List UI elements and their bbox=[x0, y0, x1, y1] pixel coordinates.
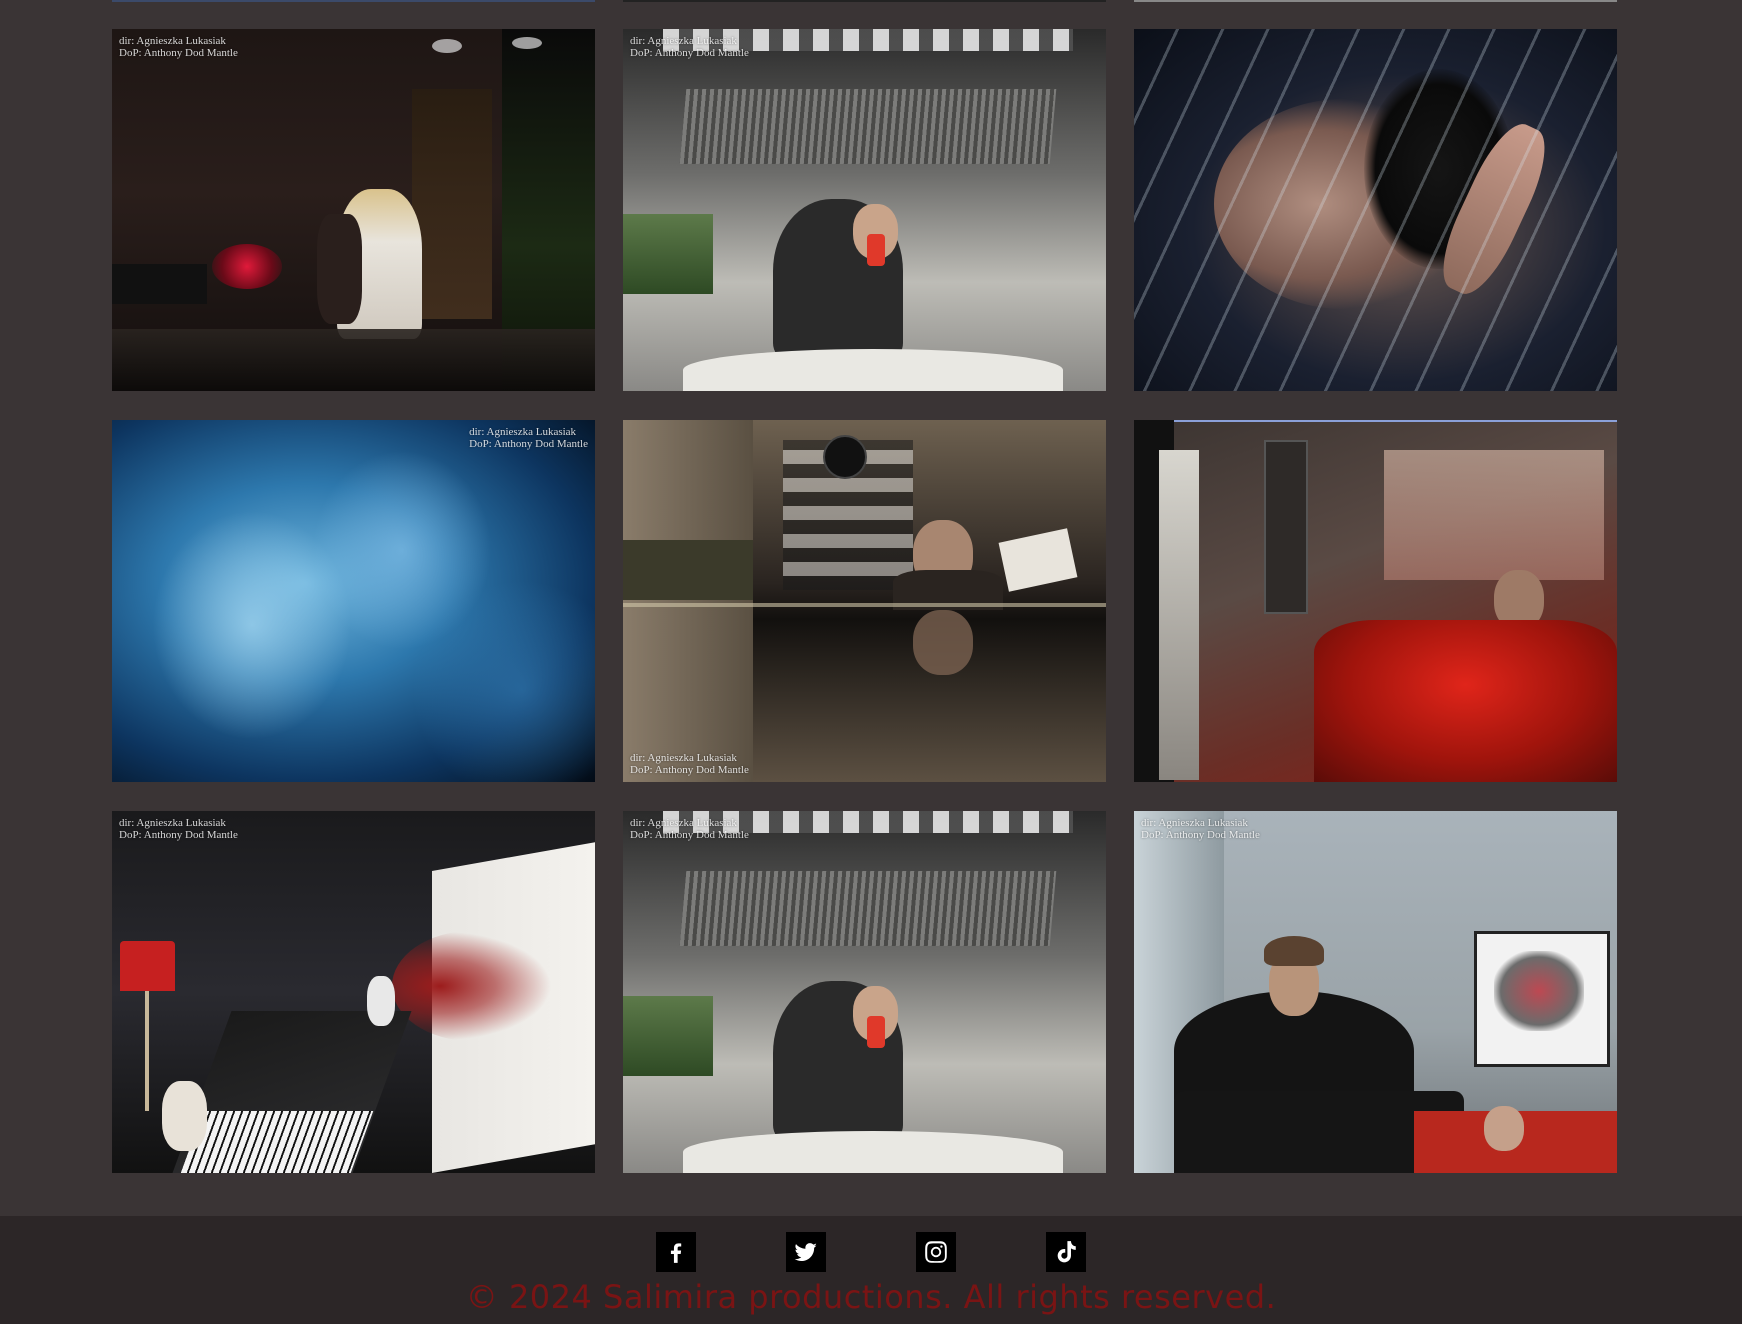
gallery-image[interactable]: dir: Agnieszka Lukasiak DoP: Anthony Dod… bbox=[623, 811, 1106, 1173]
image-caption: dir: Agnieszka Lukasiak DoP: Anthony Dod… bbox=[630, 35, 749, 59]
image-caption: dir: Agnieszka Lukasiak DoP: Anthony Dod… bbox=[630, 817, 749, 841]
twitter-icon bbox=[794, 1243, 817, 1261]
gallery-image[interactable]: dir: Agnieszka Lukasiak DoP: Anthony Dod… bbox=[112, 811, 595, 1173]
previous-row-edge bbox=[0, 0, 1742, 2]
gallery-image[interactable]: dir: Agnieszka Lukasiak DoP: Anthony Dod… bbox=[112, 420, 595, 782]
gallery-grid: dir: Agnieszka Lukasiak DoP: Anthony Dod… bbox=[112, 29, 1617, 1173]
instagram-icon bbox=[925, 1241, 947, 1263]
tiktok-icon bbox=[1057, 1241, 1076, 1263]
twitter-link[interactable] bbox=[786, 1232, 826, 1272]
facebook-link[interactable] bbox=[656, 1232, 696, 1272]
image-caption: dir: Agnieszka Lukasiak DoP: Anthony Dod… bbox=[630, 752, 749, 776]
gallery-image[interactable] bbox=[1134, 29, 1617, 391]
image-caption: dir: Agnieszka Lukasiak DoP: Anthony Dod… bbox=[119, 35, 238, 59]
facebook-icon bbox=[670, 1243, 682, 1263]
gallery-image[interactable]: dir: Agnieszka Lukasiak DoP: Anthony Dod… bbox=[112, 29, 595, 391]
instagram-link[interactable] bbox=[916, 1232, 956, 1272]
social-links bbox=[0, 1232, 1742, 1272]
site-footer: © 2024 Salimira productions. All rights … bbox=[0, 1216, 1742, 1324]
image-caption: dir: Agnieszka Lukasiak DoP: Anthony Dod… bbox=[119, 817, 238, 841]
copyright-text: © 2024 Salimira productions. All rights … bbox=[465, 1278, 1277, 1316]
image-caption: dir: Agnieszka Lukasiak DoP: Anthony Dod… bbox=[1141, 817, 1260, 841]
gallery-image[interactable]: dir: Agnieszka Lukasiak DoP: Anthony Dod… bbox=[1134, 811, 1617, 1173]
gallery-image[interactable]: dir: Agnieszka Lukasiak DoP: Anthony Dod… bbox=[623, 420, 1106, 782]
image-caption: dir: Agnieszka Lukasiak DoP: Anthony Dod… bbox=[469, 426, 588, 450]
gallery-image[interactable]: dir: Agnieszka Lukasiak DoP: Anthony Dod… bbox=[623, 29, 1106, 391]
tiktok-link[interactable] bbox=[1046, 1232, 1086, 1272]
gallery-image[interactable] bbox=[1134, 420, 1617, 782]
